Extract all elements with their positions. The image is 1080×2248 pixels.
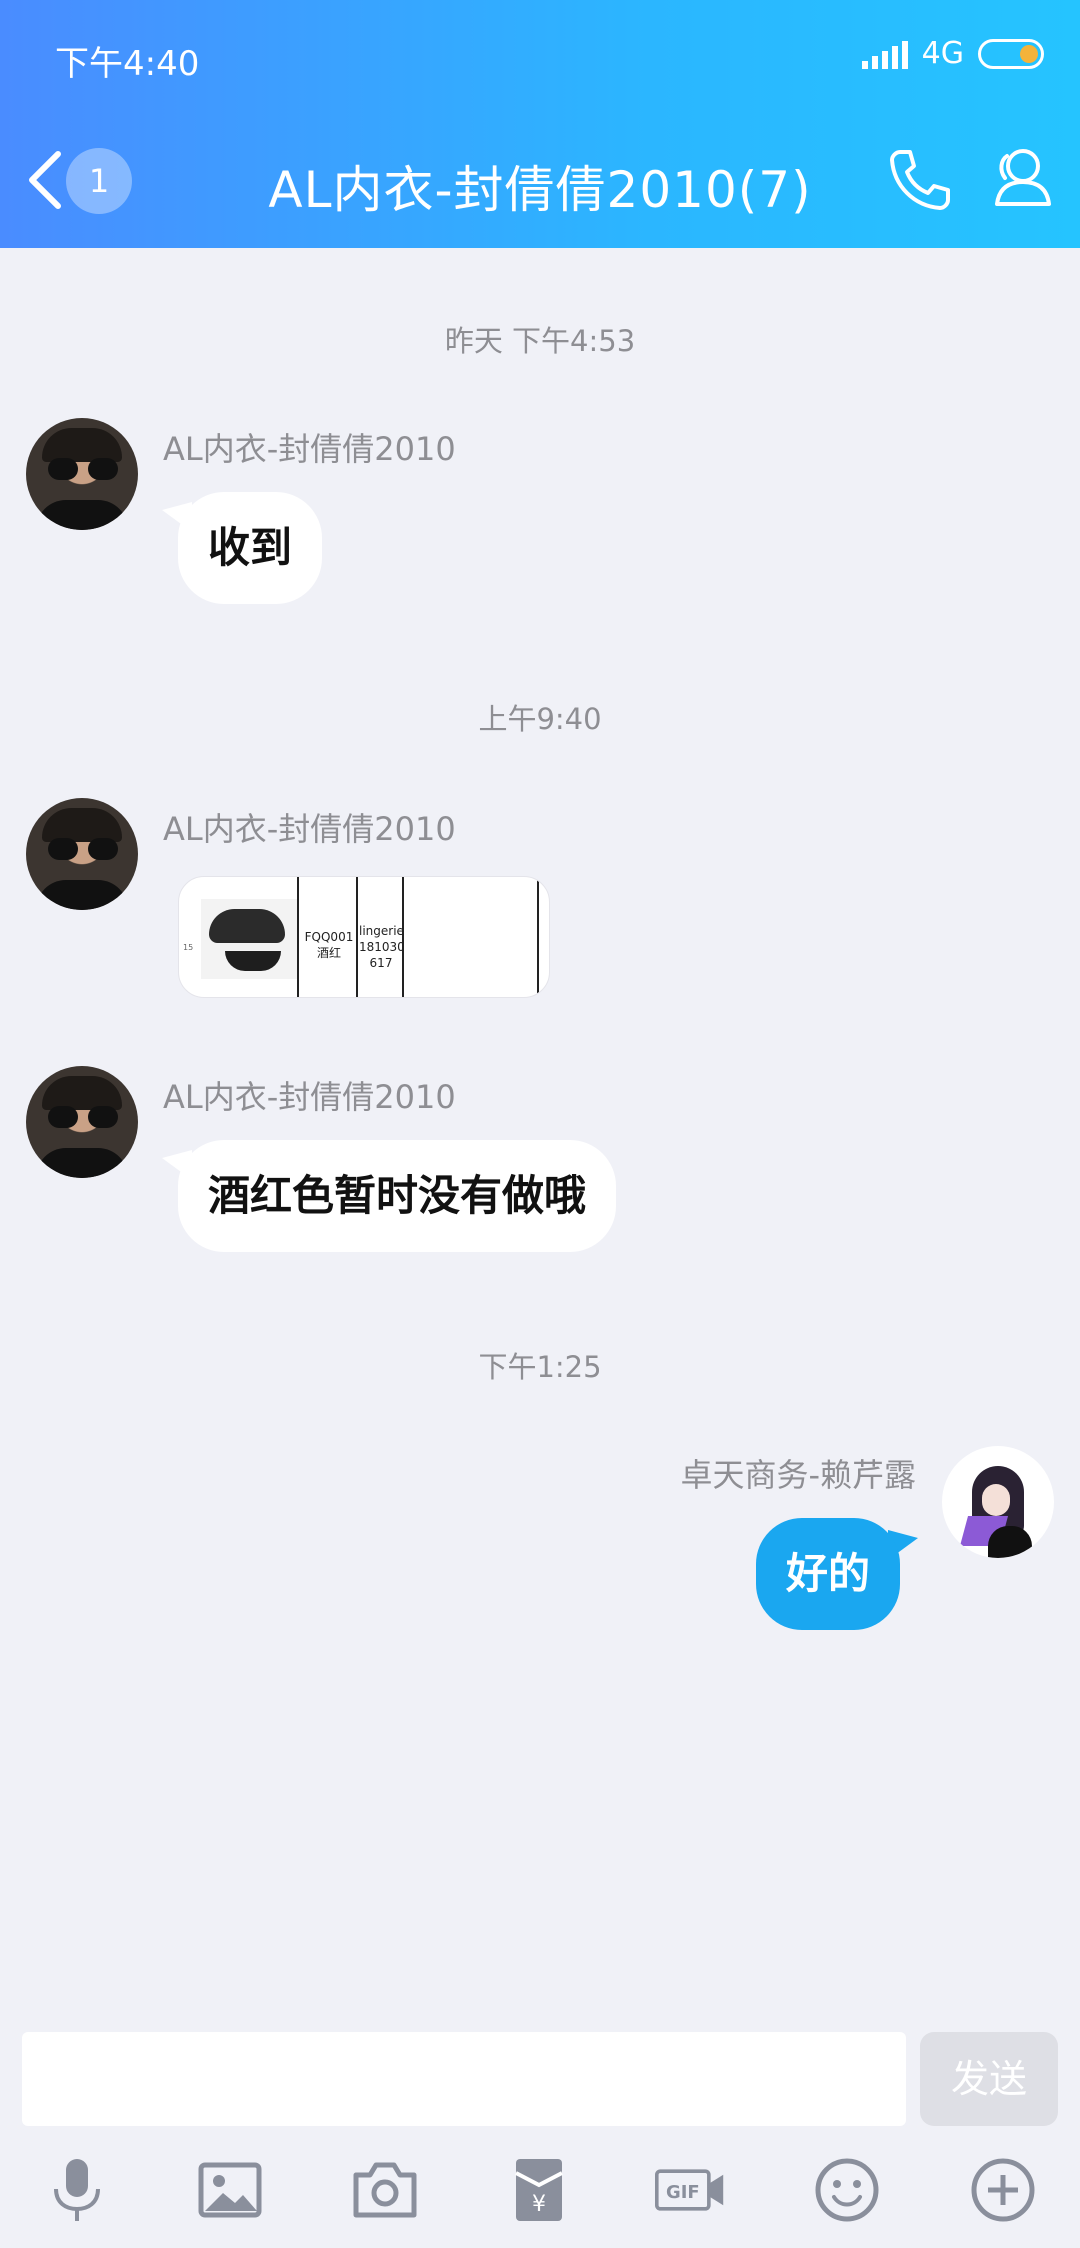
message-input[interactable]: [22, 2032, 906, 2126]
svg-text:GIF: GIF: [666, 2182, 700, 2203]
camera-icon[interactable]: [350, 2155, 420, 2225]
sender-name: 卓天商务-赖芹露: [680, 1456, 916, 1494]
status-time: 下午4:40: [55, 44, 200, 84]
battery-icon: [978, 38, 1044, 69]
message-bubble[interactable]: 收到: [178, 492, 323, 604]
avatar[interactable]: [26, 798, 138, 910]
phone-call-icon[interactable]: [884, 144, 956, 216]
message-bubble[interactable]: 酒红色暂时没有做哦: [178, 1140, 617, 1252]
image-corner-number: 15: [183, 943, 194, 952]
sender-name: AL内衣-封倩倩2010: [163, 430, 456, 468]
image-label-1: lingerie: [359, 924, 404, 938]
signal-icon: [861, 39, 908, 69]
product-thumbnail: [201, 899, 297, 979]
send-button[interactable]: 发送: [920, 2032, 1058, 2126]
sender-name: AL内衣-封倩倩2010: [163, 810, 456, 848]
mic-icon[interactable]: [42, 2155, 112, 2225]
message-bubble[interactable]: 好的: [755, 1518, 900, 1630]
status-icons: 4G: [861, 36, 1044, 71]
plus-icon[interactable]: [968, 2155, 1038, 2225]
gif-icon[interactable]: GIF: [655, 2155, 725, 2225]
avatar[interactable]: [26, 418, 138, 530]
image-color: 酒红: [316, 946, 341, 960]
avatar[interactable]: [26, 1066, 138, 1178]
emoji-icon[interactable]: [812, 2155, 882, 2225]
avatar[interactable]: [942, 1446, 1054, 1558]
image-label-3: 617: [369, 956, 393, 970]
svg-text:¥: ¥: [532, 2192, 546, 2217]
sender-name: AL内衣-封倩倩2010: [163, 1078, 456, 1116]
group-members-icon[interactable]: [985, 142, 1057, 214]
message-timestamp: 昨天 下午4:53: [444, 324, 636, 358]
network-type: 4G: [921, 36, 964, 71]
image-label-2: 181030: [359, 940, 405, 954]
red-packet-icon[interactable]: ¥: [504, 2155, 574, 2225]
image-message[interactable]: 15 FQQ001 酒红 lingerie 181030 617: [178, 876, 550, 998]
message-timestamp: 上午9:40: [478, 702, 602, 736]
message-timestamp: 下午1:25: [478, 1350, 602, 1384]
image-icon[interactable]: [195, 2155, 265, 2225]
status-bar: 下午4:40 4G: [0, 0, 1080, 110]
image-code: FQQ001: [304, 930, 354, 944]
